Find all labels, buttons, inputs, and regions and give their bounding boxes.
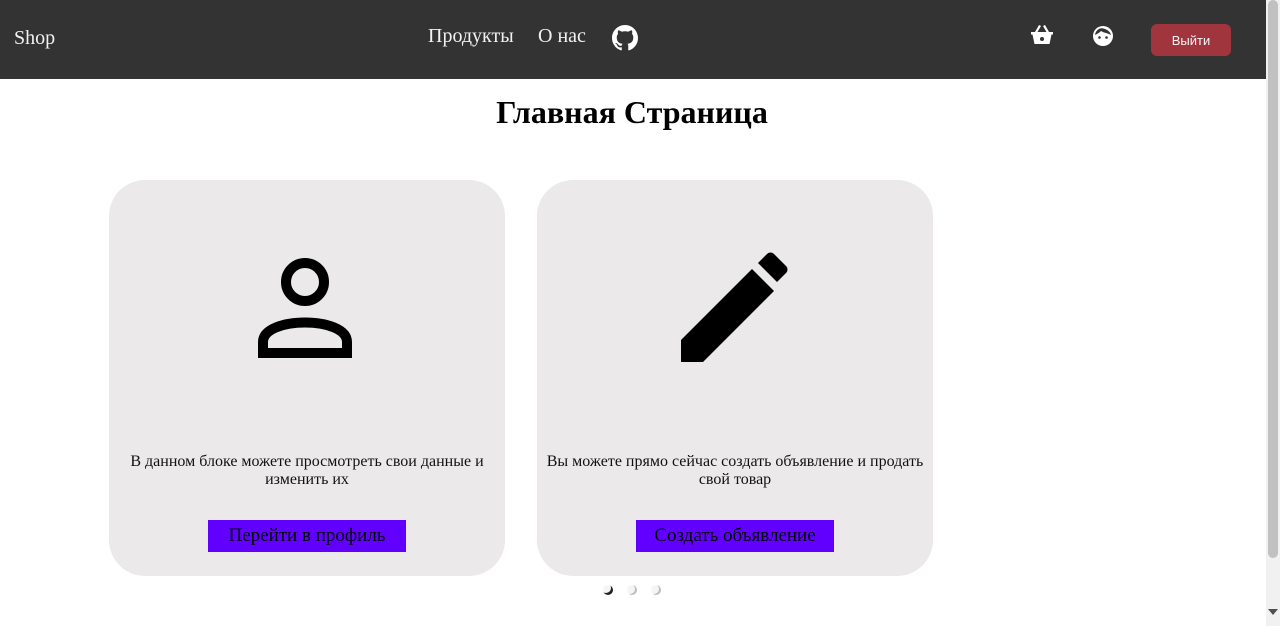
face-icon[interactable] [1092,25,1114,47]
create-listing-button[interactable]: Создать объявление [636,520,834,552]
profile-card: В данном блоке можете просмотреть свои д… [109,180,505,576]
carousel-dots [603,585,661,595]
brand-logo[interactable]: Shop [14,27,55,50]
create-listing-card: Вы можете прямо сейчас создать объявлени… [537,180,933,576]
carousel-dot[interactable] [627,585,637,595]
profile-card-text: В данном блоке можете просмотреть свои д… [130,453,484,488]
carousel-dot[interactable] [651,585,661,595]
go-to-profile-button[interactable]: Перейти в профиль [208,520,406,552]
shopping-basket-icon[interactable] [1030,24,1054,46]
carousel-dot[interactable] [603,585,613,595]
pencil-icon [678,250,794,366]
nav-link-about[interactable]: О нас [538,25,586,48]
scrollbar-thumb[interactable] [1268,0,1278,558]
top-navbar: Shop Продукты О нас Выйти [0,0,1266,79]
page-title: Главная Страница [496,94,768,130]
vertical-scrollbar[interactable] [1266,0,1280,626]
create-card-text: Вы можете прямо сейчас создать объявлени… [546,453,924,488]
logout-button[interactable]: Выйти [1151,24,1231,56]
nav-link-products[interactable]: Продукты [428,25,514,48]
github-icon[interactable] [612,25,638,51]
scroll-down-arrow-icon[interactable] [1268,609,1278,615]
person-icon [257,258,357,358]
